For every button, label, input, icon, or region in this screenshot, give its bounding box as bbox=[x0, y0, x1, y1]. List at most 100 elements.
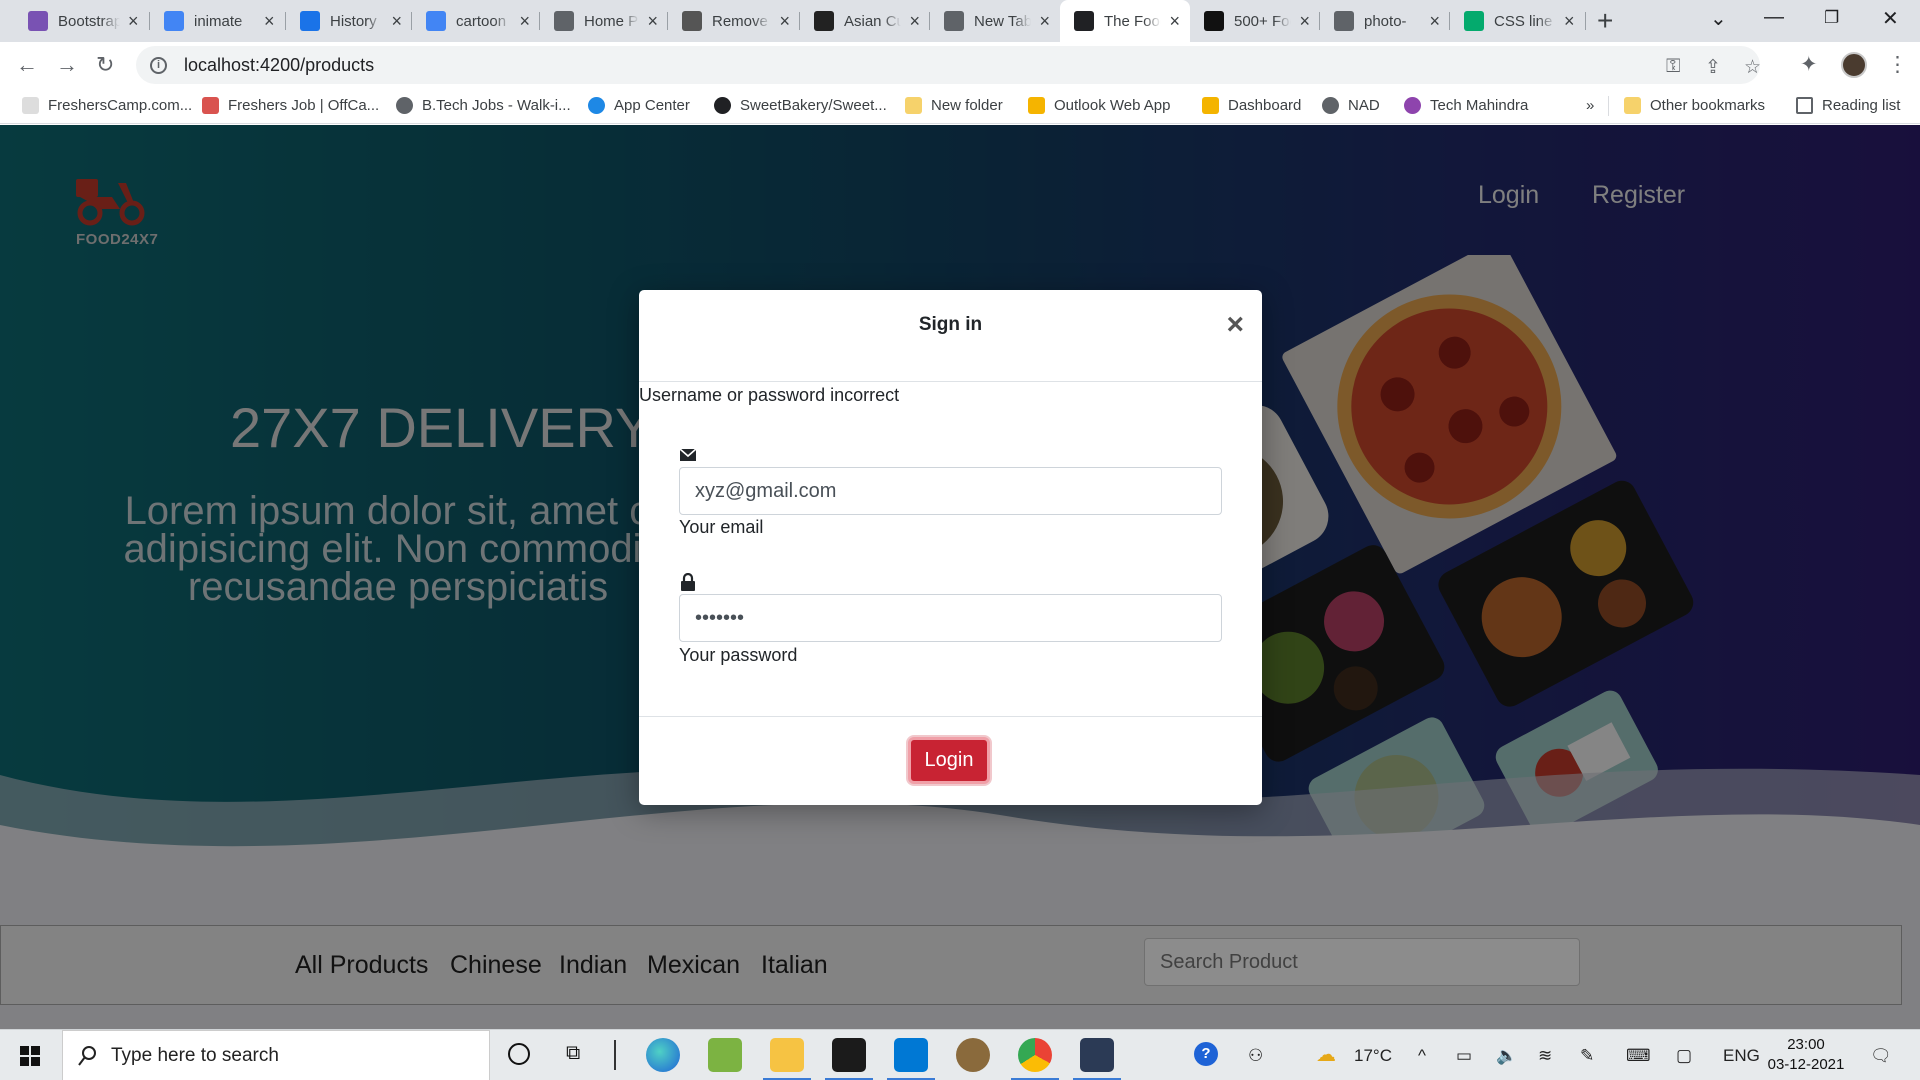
cortana-icon[interactable] bbox=[508, 1043, 530, 1065]
volume-icon[interactable]: 🔈 bbox=[1496, 1046, 1517, 1066]
window-close-icon[interactable]: ✕ bbox=[1882, 6, 1899, 31]
tab-close-icon[interactable]: × bbox=[519, 12, 530, 30]
bookmark-item[interactable]: Dashboard bbox=[1202, 97, 1301, 114]
people-icon[interactable]: ⚇ bbox=[1248, 1046, 1263, 1066]
reload-icon[interactable]: ↻ bbox=[96, 52, 114, 78]
browser-tab[interactable]: Bootstrap × bbox=[14, 0, 150, 42]
bookmark-item[interactable]: SweetBakery/Sweet... bbox=[714, 97, 887, 114]
close-icon[interactable]: × bbox=[1226, 310, 1244, 340]
browser-tab[interactable]: cartoon × bbox=[412, 0, 540, 42]
bookmark-item[interactable]: Freshers Job | OffCa... bbox=[202, 97, 379, 114]
weather-icon: ☁ bbox=[1316, 1044, 1336, 1066]
notification-icon[interactable]: 🗨 bbox=[1870, 1046, 1892, 1066]
bookmark-label: B.Tech Jobs - Walk-i... bbox=[422, 97, 571, 114]
tab-close-icon[interactable]: × bbox=[1039, 12, 1050, 30]
bookmark-item[interactable]: NAD bbox=[1322, 97, 1380, 114]
taskbar-clock[interactable]: 23:00 03-12-2021 bbox=[1766, 1035, 1846, 1075]
browser-tab[interactable]: 500+ Food × bbox=[1190, 0, 1320, 42]
tab-close-icon[interactable]: × bbox=[1429, 12, 1440, 30]
reading-list-label: Reading list bbox=[1822, 97, 1901, 114]
forward-icon[interactable]: → bbox=[56, 52, 78, 78]
github-icon bbox=[714, 97, 731, 114]
photos-app-icon[interactable] bbox=[708, 1038, 742, 1072]
tab-close-icon[interactable]: × bbox=[779, 12, 790, 30]
reading-list[interactable]: Reading list bbox=[1796, 97, 1900, 114]
tablet-icon[interactable]: ▢ bbox=[1676, 1046, 1692, 1066]
menu-icon[interactable]: ⋮ bbox=[1887, 52, 1908, 77]
tab-close-icon[interactable]: × bbox=[909, 12, 920, 30]
key-icon[interactable]: ⚿ bbox=[1666, 56, 1680, 78]
login-submit-button[interactable]: Login bbox=[908, 737, 990, 784]
taskbar-search[interactable]: Type here to search bbox=[62, 1030, 490, 1080]
globe-icon bbox=[1322, 97, 1339, 114]
bookmark-item[interactable]: B.Tech Jobs - Walk-i... bbox=[396, 97, 571, 114]
tab-close-icon[interactable]: × bbox=[128, 12, 139, 30]
browser-tab[interactable]: photo- × bbox=[1320, 0, 1450, 42]
minimize-icon[interactable]: — bbox=[1764, 6, 1784, 29]
error-message: Username or password incorrect bbox=[639, 385, 900, 405]
terminal-app-icon[interactable] bbox=[832, 1038, 866, 1072]
browser-tab[interactable]: Asian Cuisine × bbox=[800, 0, 930, 42]
bookmark-label: App Center bbox=[614, 97, 690, 114]
chrome-app-icon[interactable] bbox=[1018, 1038, 1052, 1072]
back-icon[interactable]: ← bbox=[16, 52, 38, 78]
password-input[interactable] bbox=[680, 595, 1221, 641]
browser-tab[interactable]: History × bbox=[286, 0, 412, 42]
w3schools-icon bbox=[1464, 11, 1484, 31]
windows-start-icon[interactable] bbox=[20, 1046, 40, 1066]
modal-title: Sign in bbox=[918, 314, 983, 335]
bookmark-item[interactable]: New folder bbox=[905, 97, 1003, 114]
tab-close-icon[interactable]: × bbox=[1564, 12, 1575, 30]
share-icon[interactable]: ⇪ bbox=[1705, 56, 1721, 79]
address-url[interactable]: localhost:4200/products bbox=[184, 55, 374, 76]
tab-close-icon[interactable]: × bbox=[391, 12, 402, 30]
bookmark-item[interactable]: Outlook Web App bbox=[1028, 97, 1170, 114]
vscode-app-icon[interactable] bbox=[894, 1038, 928, 1072]
edge-app-icon[interactable] bbox=[646, 1038, 680, 1072]
tab-close-icon[interactable]: × bbox=[264, 12, 275, 30]
browser-tab[interactable]: The Food × bbox=[1060, 0, 1190, 42]
lock-icon bbox=[681, 573, 695, 591]
tray-chevron-icon[interactable]: ^ bbox=[1418, 1046, 1426, 1066]
bookmark-label: Tech Mahindra bbox=[1430, 97, 1529, 114]
browser-tab[interactable]: New Tab × bbox=[930, 0, 1060, 42]
browser-tab[interactable]: CSS line × bbox=[1450, 0, 1586, 42]
wifi-icon[interactable]: ≋ bbox=[1538, 1046, 1552, 1066]
tab-close-icon[interactable]: × bbox=[647, 12, 658, 30]
bookmark-item[interactable]: App Center bbox=[588, 97, 690, 114]
weather-temp[interactable]: 17°C bbox=[1354, 1046, 1392, 1066]
pen-icon[interactable]: ✎ bbox=[1580, 1046, 1594, 1066]
app-icon[interactable] bbox=[956, 1038, 990, 1072]
tab-close-icon[interactable]: × bbox=[1169, 12, 1180, 30]
address-bar[interactable]: i localhost:4200/products ⚿ ⇪ ☆ bbox=[136, 46, 1761, 84]
language-indicator[interactable]: ENG bbox=[1723, 1046, 1760, 1066]
file-explorer-icon[interactable] bbox=[770, 1038, 804, 1072]
sign-in-modal: Sign in × Username or password incorrect… bbox=[639, 290, 1262, 805]
bookmarks-overflow-icon[interactable]: » bbox=[1586, 97, 1594, 114]
browser-tab[interactable]: Home Page × bbox=[540, 0, 668, 42]
bookmark-star-icon[interactable]: ☆ bbox=[1744, 56, 1761, 79]
profile-avatar[interactable] bbox=[1841, 52, 1867, 78]
email-field[interactable] bbox=[679, 467, 1222, 515]
browser-tab[interactable]: inimate × bbox=[150, 0, 286, 42]
tab-separator bbox=[1585, 12, 1586, 30]
new-tab-button[interactable]: + bbox=[1597, 7, 1613, 35]
tab-close-icon[interactable]: × bbox=[1299, 12, 1310, 30]
extensions-icon[interactable]: ✦ bbox=[1800, 52, 1818, 77]
bookmark-item[interactable]: FreshersCamp.com... bbox=[22, 97, 192, 114]
keyboard-icon[interactable]: ⌨ bbox=[1626, 1046, 1651, 1066]
tab-search-icon[interactable]: ⌄ bbox=[1710, 6, 1727, 31]
globe-icon bbox=[396, 97, 413, 114]
reading-list-icon bbox=[1796, 97, 1813, 114]
browser-tab[interactable]: Remove × bbox=[668, 0, 800, 42]
help-icon[interactable]: ? bbox=[1194, 1042, 1218, 1066]
battery-icon[interactable]: ▭ bbox=[1456, 1046, 1472, 1066]
restore-icon[interactable]: ❐ bbox=[1824, 8, 1839, 28]
mysql-app-icon[interactable] bbox=[1080, 1038, 1114, 1072]
email-input[interactable] bbox=[680, 468, 1221, 514]
site-info-icon[interactable]: i bbox=[150, 56, 167, 74]
password-field[interactable] bbox=[679, 594, 1222, 642]
task-view-icon[interactable]: ⧉ bbox=[566, 1042, 580, 1065]
bookmark-item[interactable]: Tech Mahindra bbox=[1404, 97, 1528, 114]
other-bookmarks[interactable]: Other bookmarks bbox=[1624, 97, 1765, 114]
